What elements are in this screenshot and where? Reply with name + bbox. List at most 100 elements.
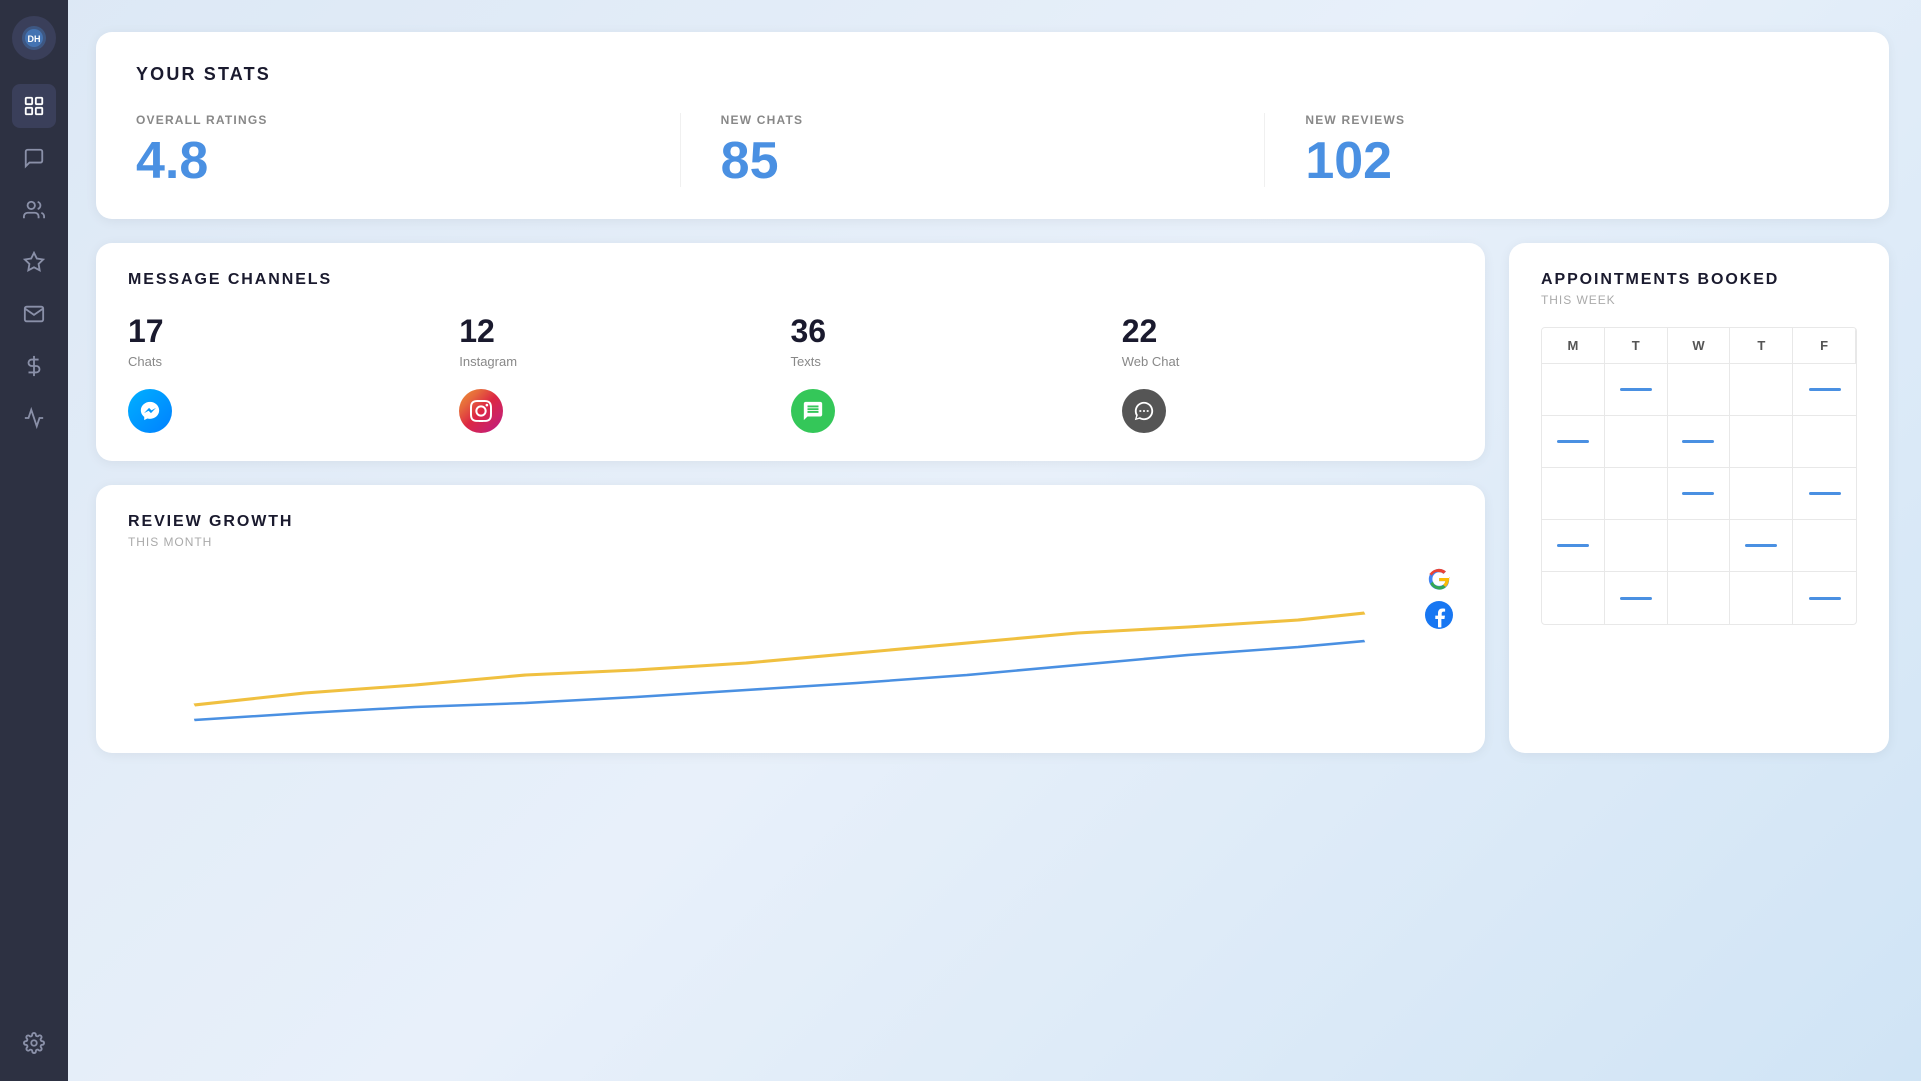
bottom-row: MESSAGE CHANNELS 17 Chats 12 Instagram 3…: [96, 243, 1889, 753]
cal-cell-2-4: [1793, 468, 1856, 520]
channel-stat-texts: 36 Texts: [791, 313, 1122, 369]
cal-cell-2-1: [1605, 468, 1668, 520]
appointment-line: [1620, 388, 1652, 391]
sidebar: DH: [0, 0, 68, 1081]
channel-icon-texts-wrap: [791, 389, 1122, 433]
channel-stat-webchat: 22 Web Chat: [1122, 313, 1453, 369]
appointment-line: [1809, 388, 1841, 391]
cal-cell-4-4: [1793, 572, 1856, 624]
cal-cell-4-2: [1668, 572, 1731, 624]
appointments-subtitle: THIS WEEK: [1541, 293, 1857, 307]
sidebar-logo[interactable]: DH: [12, 16, 56, 60]
cal-cell-0-1: [1605, 364, 1668, 416]
calendar-grid: MTWTF: [1541, 327, 1857, 625]
stat-new-chats: NEW CHATS 85: [680, 113, 1265, 187]
stat-chats-label: NEW CHATS: [721, 113, 1265, 127]
channel-num-chats: 17: [128, 313, 459, 350]
channel-stat-instagram: 12 Instagram: [459, 313, 790, 369]
channel-stats: 17 Chats 12 Instagram 36 Texts: [128, 313, 1453, 369]
sidebar-item-settings[interactable]: [12, 1021, 56, 1065]
stat-overall-ratings: OVERALL RATINGS 4.8: [136, 113, 680, 187]
cal-cell-2-0: [1542, 468, 1605, 520]
instagram-icon: [459, 389, 503, 433]
channel-icon-messenger-wrap: [128, 389, 459, 433]
cal-cell-0-4: [1793, 364, 1856, 416]
cal-cell-0-3: [1730, 364, 1793, 416]
cal-cell-0-2: [1668, 364, 1731, 416]
sidebar-item-reviews[interactable]: [12, 240, 56, 284]
stat-new-reviews: NEW REVIEWS 102: [1264, 113, 1849, 187]
cal-header-T-3: T: [1730, 328, 1793, 364]
legend-google: [1425, 565, 1453, 593]
left-section: MESSAGE CHANNELS 17 Chats 12 Instagram 3…: [96, 243, 1485, 753]
cal-cell-1-4: [1793, 416, 1856, 468]
appointment-line: [1620, 597, 1652, 600]
review-growth-card: REVIEW GROWTH THIS MONTH: [96, 485, 1485, 753]
cal-cell-1-0: [1542, 416, 1605, 468]
chart-legend: [1425, 565, 1453, 629]
sidebar-item-billing[interactable]: [12, 344, 56, 388]
channel-name-webchat: Web Chat: [1122, 354, 1453, 369]
appointment-line: [1557, 440, 1589, 443]
channel-icons: [128, 389, 1453, 433]
appointments-card: APPOINTMENTS BOOKED THIS WEEK MTWTF: [1509, 243, 1889, 753]
channel-name-instagram: Instagram: [459, 354, 790, 369]
appointment-line: [1682, 440, 1714, 443]
review-chart: [128, 565, 1453, 725]
messenger-icon: [128, 389, 172, 433]
appointment-line: [1682, 492, 1714, 495]
stats-title: YOUR STATS: [136, 64, 1849, 85]
stats-card: YOUR STATS OVERALL RATINGS 4.8 NEW CHATS…: [96, 32, 1889, 219]
cal-header-W-2: W: [1668, 328, 1731, 364]
cal-header-M-0: M: [1542, 328, 1605, 364]
sidebar-item-dashboard[interactable]: [12, 84, 56, 128]
stat-chats-value: 85: [721, 135, 1265, 187]
channel-name-chats: Chats: [128, 354, 459, 369]
cal-cell-3-3: [1730, 520, 1793, 572]
stat-overall-label: OVERALL RATINGS: [136, 113, 680, 127]
cal-header-T-1: T: [1605, 328, 1668, 364]
review-chart-svg: [128, 565, 1453, 725]
appointment-line: [1809, 597, 1841, 600]
cal-cell-4-1: [1605, 572, 1668, 624]
channel-icon-instagram-wrap: [459, 389, 790, 433]
webchat-icon: [1122, 389, 1166, 433]
cal-cell-1-1: [1605, 416, 1668, 468]
cal-cell-4-3: [1730, 572, 1793, 624]
cal-cell-3-2: [1668, 520, 1731, 572]
sidebar-item-chat[interactable]: [12, 136, 56, 180]
stat-reviews-value: 102: [1305, 135, 1849, 187]
stats-row: OVERALL RATINGS 4.8 NEW CHATS 85 NEW REV…: [136, 113, 1849, 187]
cal-cell-1-2: [1668, 416, 1731, 468]
cal-cell-1-3: [1730, 416, 1793, 468]
cal-header-F-4: F: [1793, 328, 1856, 364]
cal-cell-4-0: [1542, 572, 1605, 624]
appointments-title: APPOINTMENTS BOOKED: [1541, 271, 1857, 289]
cal-cell-3-0: [1542, 520, 1605, 572]
channel-num-webchat: 22: [1122, 313, 1453, 350]
sidebar-item-mail[interactable]: [12, 292, 56, 336]
sidebar-item-contacts[interactable]: [12, 188, 56, 232]
channels-card: MESSAGE CHANNELS 17 Chats 12 Instagram 3…: [96, 243, 1485, 461]
review-growth-subtitle: THIS MONTH: [128, 535, 1453, 549]
appointment-line: [1557, 544, 1589, 547]
channel-icon-webchat-wrap: [1122, 389, 1453, 433]
channel-num-instagram: 12: [459, 313, 790, 350]
cal-cell-2-2: [1668, 468, 1731, 520]
texts-icon: [791, 389, 835, 433]
channel-stat-chats: 17 Chats: [128, 313, 459, 369]
channel-name-texts: Texts: [791, 354, 1122, 369]
stat-reviews-label: NEW REVIEWS: [1305, 113, 1849, 127]
cal-cell-3-4: [1793, 520, 1856, 572]
svg-text:DH: DH: [28, 34, 41, 44]
channel-num-texts: 36: [791, 313, 1122, 350]
channels-title: MESSAGE CHANNELS: [128, 271, 1453, 289]
legend-facebook: [1425, 601, 1453, 629]
sidebar-item-analytics[interactable]: [12, 396, 56, 440]
stat-overall-value: 4.8: [136, 135, 680, 187]
main-content: YOUR STATS OVERALL RATINGS 4.8 NEW CHATS…: [68, 0, 1921, 1081]
cal-cell-3-1: [1605, 520, 1668, 572]
review-growth-title: REVIEW GROWTH: [128, 513, 1453, 531]
appointment-line: [1809, 492, 1841, 495]
appointment-line: [1745, 544, 1777, 547]
